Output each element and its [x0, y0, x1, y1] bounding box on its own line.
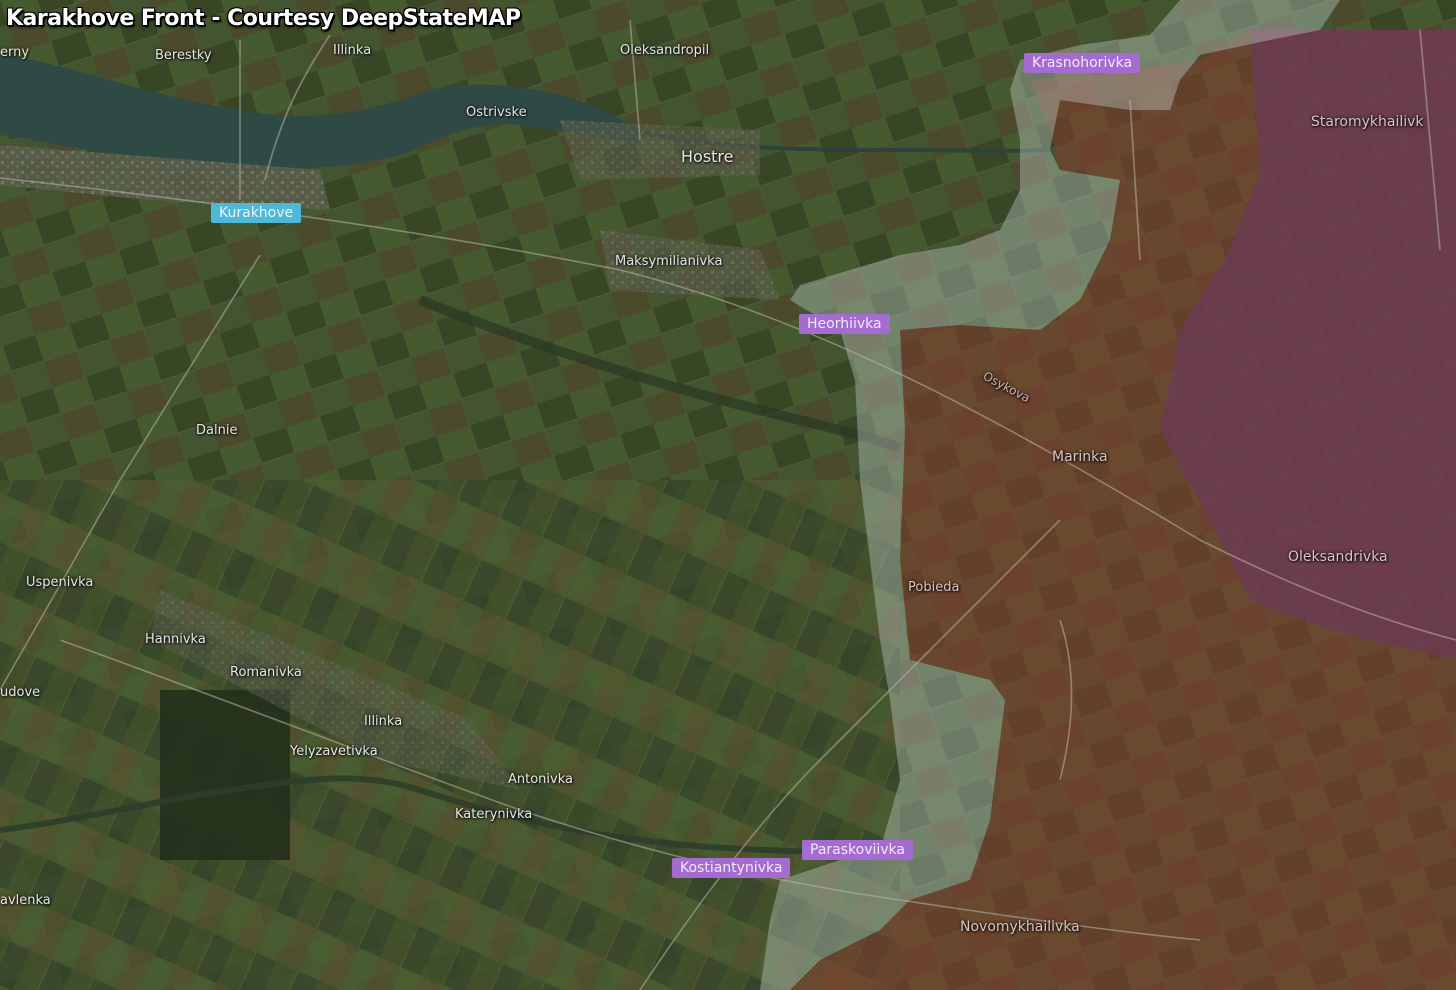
label-marinka: Marinka: [1052, 449, 1108, 465]
label-krasnohorivka: Krasnohorivka: [1024, 53, 1141, 73]
label-oleksandrivka: Oleksandrivka: [1288, 549, 1388, 565]
label-romanivka: Romanivka: [230, 665, 302, 680]
label-ostrivske: Ostrivske: [466, 105, 527, 120]
label-paraskoviivka: Paraskoviivka: [802, 840, 913, 860]
label-uspenivka: Uspenivka: [26, 575, 94, 590]
label-pobieda: Pobieda: [908, 580, 960, 595]
map-view[interactable]: Karakhove Front - Courtesy DeepStateMAP …: [0, 0, 1456, 990]
forest-block: [160, 690, 290, 860]
label-kostiantynivka: Kostiantynivka: [672, 858, 791, 878]
label-antonivka: Antonivka: [508, 772, 573, 787]
label-staromykhailivka: Staromykhailivk: [1311, 114, 1424, 130]
label-oleksandropil: Oleksandropil: [620, 43, 710, 58]
label-pavlenka: avlenka: [0, 893, 51, 908]
label-kurakhove: Kurakhove: [211, 203, 302, 223]
label-yelyzavetivka: Yelyzavetivka: [290, 744, 378, 759]
label-udove: udove: [0, 685, 41, 700]
label-hannivka: Hannivka: [145, 632, 206, 647]
label-illinka-north: Illinka: [333, 43, 372, 58]
label-novomykhailivka: Novomykhailivka: [960, 919, 1080, 935]
label-heorhiivka: Heorhiivka: [799, 314, 890, 334]
label-illinka-south: Illinka: [364, 714, 403, 729]
label-berestky: Berestky: [155, 48, 212, 63]
label-yerny: erny: [0, 45, 30, 60]
map-title: Karakhove Front - Courtesy DeepStateMAP: [6, 6, 521, 31]
label-katerynivka: Katerynivka: [455, 807, 533, 822]
label-dalnie: Dalnie: [196, 423, 238, 438]
label-maksymilianivka: Maksymilianivka: [615, 254, 723, 269]
label-hostre: Hostre: [681, 147, 734, 166]
